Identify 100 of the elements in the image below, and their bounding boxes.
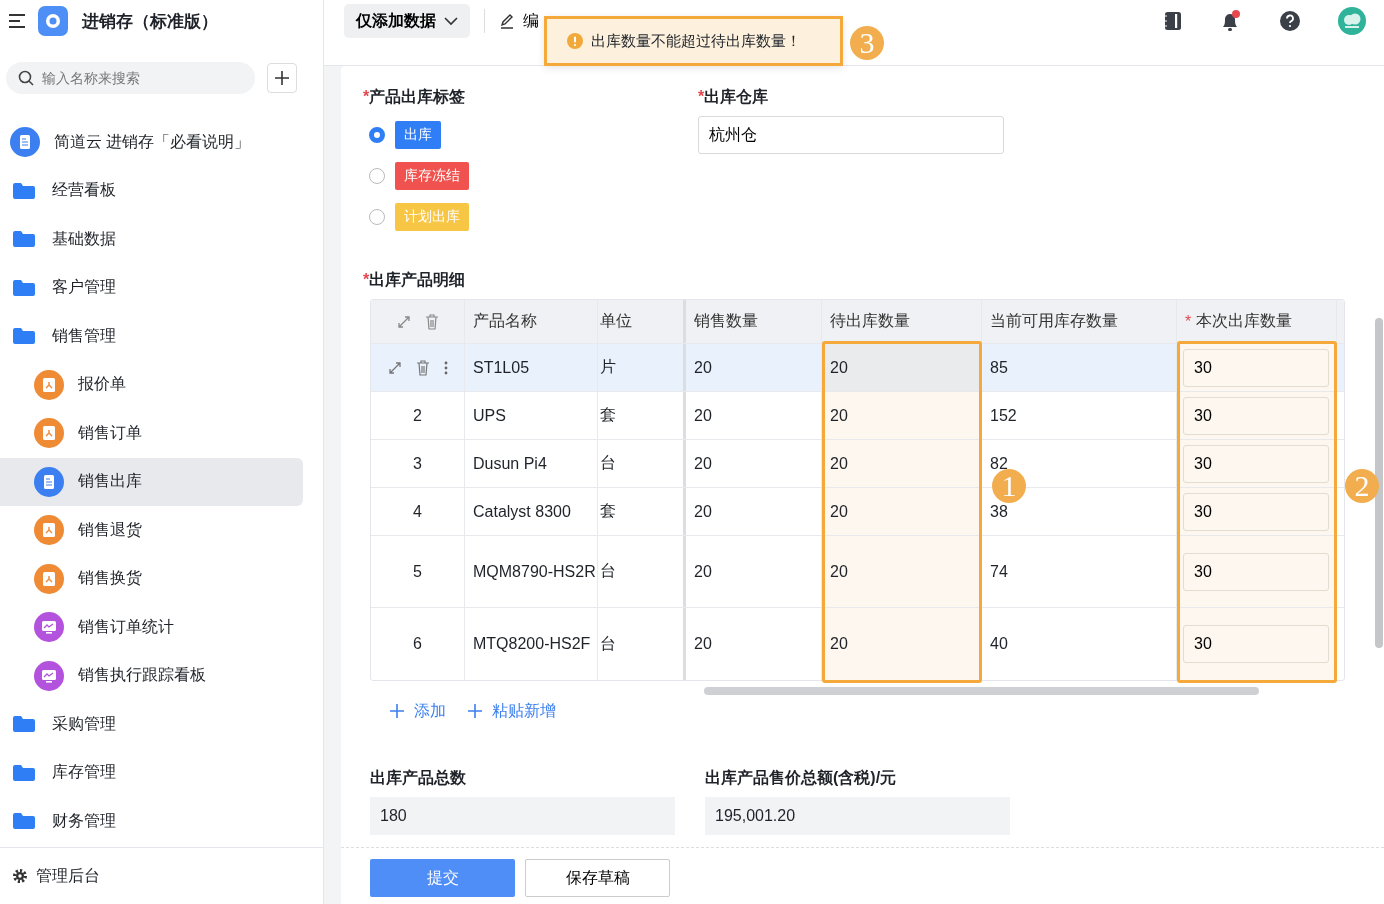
edit-button[interactable]: 编 xyxy=(499,10,539,32)
column-header: 销售数量 xyxy=(686,300,822,343)
field-label: *产品出库标签 xyxy=(363,87,467,107)
table-cell: 20 xyxy=(694,454,712,473)
sidebar-item[interactable]: 销售退货 xyxy=(0,506,303,555)
expand-icon[interactable] xyxy=(387,360,402,375)
bell-icon[interactable] xyxy=(1220,9,1242,33)
add-link[interactable]: 添加 xyxy=(390,701,446,721)
folder-icon xyxy=(12,812,36,831)
table-cell: 20 xyxy=(694,562,712,581)
admin-link[interactable]: 管理后台 xyxy=(0,847,323,904)
row-number: 3 xyxy=(413,454,422,473)
table-cell-text: 片 xyxy=(600,357,616,377)
field-label: 出库产品总数 xyxy=(370,768,467,788)
readonly-field: 195,001.20 xyxy=(705,797,1010,835)
chevron-down-icon xyxy=(444,16,458,26)
table-cell-text: Dusun Pi4 xyxy=(473,453,547,474)
more-icon[interactable] xyxy=(443,360,448,375)
quantity-field[interactable]: 30 xyxy=(1183,444,1329,483)
table-cell: 20 xyxy=(694,635,712,653)
table-cell-text: Catalyst 8300 xyxy=(473,501,571,522)
column-header: 当前可用库存数量 xyxy=(982,300,1177,343)
sidebar-item[interactable]: 客户管理 xyxy=(0,263,303,312)
toast-message: 出库数量不能超过待出库数量！ xyxy=(591,31,801,51)
table-cell: 20 xyxy=(830,562,848,581)
book-icon[interactable] xyxy=(1164,11,1182,31)
avatar-icon[interactable] xyxy=(1338,7,1366,35)
quantity-field[interactable]: 30 xyxy=(1183,396,1329,435)
table-cell-text: 台 xyxy=(600,453,616,473)
trash-icon[interactable] xyxy=(424,313,439,330)
column-header: 产品名称 xyxy=(465,300,598,343)
sidebar-item[interactable]: 销售换货 xyxy=(0,554,303,603)
step-marker: 2 xyxy=(1345,469,1379,503)
quantity-field[interactable]: 30 xyxy=(1183,552,1329,591)
table-cell-text: ST1L05 xyxy=(473,357,530,378)
mode-dropdown[interactable]: 仅添加数据 xyxy=(344,4,470,38)
folder-icon xyxy=(12,278,36,297)
row-number: 4 xyxy=(413,502,422,521)
table-cell: 20 xyxy=(694,406,712,425)
column-header: 待出库数量 xyxy=(822,300,982,343)
table-cell-text: 台 xyxy=(600,561,616,581)
table-cell: 20 xyxy=(830,358,848,377)
radio-button[interactable] xyxy=(369,127,385,143)
quantity-field[interactable]: 30 xyxy=(1183,492,1329,531)
sidebar-item[interactable]: 销售执行跟踪看板 xyxy=(0,651,303,700)
table-cell-text: 台 xyxy=(600,633,616,654)
step-marker: 1 xyxy=(992,469,1026,503)
add-button[interactable] xyxy=(267,63,297,93)
sidebar-item[interactable]: 报价单 xyxy=(0,360,303,409)
tag-label: 出库 xyxy=(395,121,441,149)
row-number: 2 xyxy=(413,406,422,425)
add-link[interactable]: 粘贴新增 xyxy=(468,701,556,721)
folder-icon xyxy=(12,327,36,346)
table-cell: 74 xyxy=(990,562,1008,581)
scrollbar[interactable] xyxy=(1375,318,1383,648)
menu-icon[interactable] xyxy=(8,14,26,28)
field-label: *出库仓库 xyxy=(698,87,770,107)
search-field[interactable]: 输入名称来搜索 xyxy=(6,62,255,94)
app-title: 进销存（标准版） xyxy=(82,10,218,33)
folder-icon xyxy=(12,715,36,734)
sidebar-item[interactable]: 销售订单 xyxy=(0,409,303,458)
field-label: 出库产品售价总额(含税)/元 xyxy=(705,768,898,788)
table-cell: 20 xyxy=(830,635,848,653)
sidebar-item[interactable]: 销售订单统计 xyxy=(0,603,303,652)
table-cell: 20 xyxy=(694,358,712,377)
row-number: 5 xyxy=(413,562,422,581)
plus-icon xyxy=(390,704,404,718)
row-number: 6 xyxy=(413,635,422,653)
warning-icon xyxy=(567,33,583,49)
table-cell: 20 xyxy=(694,502,712,521)
sidebar-item[interactable]: 基础数据 xyxy=(0,215,303,264)
readonly-field: 180 xyxy=(370,797,675,835)
folder-icon xyxy=(12,763,36,782)
sidebar-item[interactable]: 经营看板 xyxy=(0,166,303,215)
save-draft-button[interactable]: 保存草稿 xyxy=(525,859,670,897)
table-cell: 20 xyxy=(830,502,848,521)
tag-label: 计划出库 xyxy=(395,203,469,231)
sidebar-item[interactable]: 采购管理 xyxy=(0,700,303,749)
expand-icon[interactable] xyxy=(396,314,411,329)
sidebar-item[interactable]: 简道云 进销存「必看说明」 xyxy=(0,118,303,167)
table-cell: 85 xyxy=(990,358,1008,377)
table-cell: 152 xyxy=(990,406,1017,425)
sidebar-item[interactable]: 销售出库 xyxy=(0,457,303,506)
sidebar-item[interactable]: 财务管理 xyxy=(0,797,303,846)
quantity-field[interactable]: 30 xyxy=(1183,625,1329,663)
table-cell-text: MTQ8200-HS2F xyxy=(473,634,591,654)
trash-icon[interactable] xyxy=(415,359,430,376)
quantity-field[interactable]: 30 xyxy=(1183,348,1329,387)
sidebar-item[interactable]: 销售管理 xyxy=(0,312,303,361)
folder-icon xyxy=(12,230,36,249)
gear-icon xyxy=(12,868,28,884)
table-cell: 20 xyxy=(830,406,848,425)
table-cell: 20 xyxy=(830,454,848,473)
table-cell-text: MQM8790-HS2R xyxy=(473,561,596,582)
section-label: *出库产品明细 xyxy=(363,270,467,290)
help-icon[interactable] xyxy=(1280,11,1300,31)
warehouse-field[interactable]: 杭州仓 xyxy=(698,116,1004,154)
sidebar-item[interactable]: 库存管理 xyxy=(0,748,303,797)
pencil-icon xyxy=(499,13,515,29)
scrollbar[interactable] xyxy=(704,687,1259,695)
